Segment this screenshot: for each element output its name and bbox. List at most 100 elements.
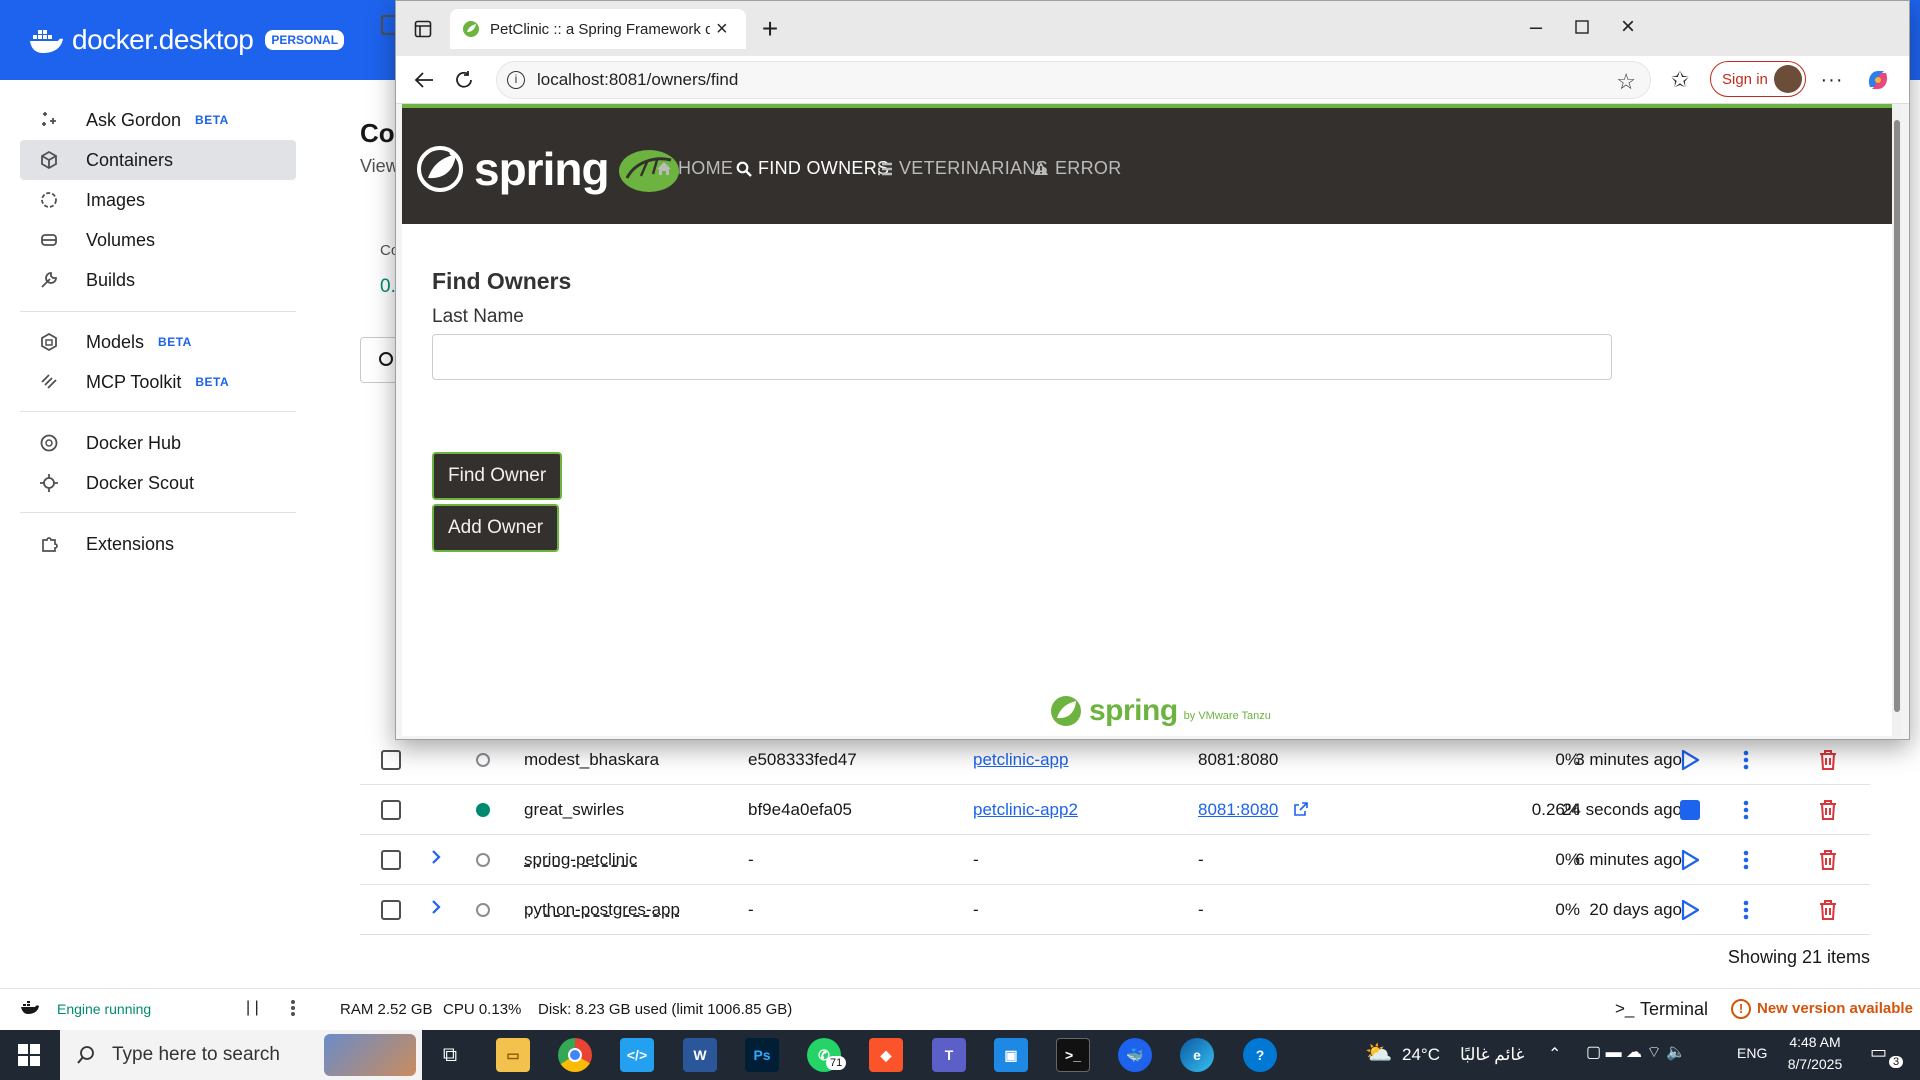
more-options-icon[interactable] [1732, 846, 1760, 874]
table-row[interactable]: great_swirles bf9e4a0efa05 petclinic-app… [360, 785, 1870, 835]
play-icon[interactable] [1676, 746, 1704, 774]
close-window-icon[interactable]: × [1612, 11, 1644, 43]
brave-icon[interactable]: ◆ [869, 1038, 903, 1072]
tab-actions-icon[interactable] [407, 13, 439, 45]
clock-date[interactable]: 8/7/2025 [1775, 1056, 1855, 1072]
nav-error[interactable]: ERROR [1033, 158, 1122, 179]
footer-wordmark: spring [1089, 694, 1178, 727]
trash-icon[interactable] [1814, 796, 1842, 824]
sidebar-item-containers[interactable]: Containers [20, 140, 296, 180]
add-owner-button[interactable]: Add Owner [432, 504, 560, 552]
favorite-star-icon[interactable]: ☆ [1616, 69, 1636, 95]
nav-find-owners[interactable]: FIND OWNERS [736, 158, 889, 179]
favorites-icon[interactable]: ✩ [1664, 64, 1696, 96]
weather-text[interactable]: غائم غالبًا [1460, 1045, 1524, 1065]
more-options-icon[interactable] [1732, 746, 1760, 774]
address-bar[interactable]: i localhost:8081/owners/find ☆ [496, 61, 1651, 99]
weather-temp[interactable]: 24°C [1402, 1045, 1440, 1065]
sidebar-item-docker-scout[interactable]: Docker Scout [20, 463, 296, 503]
more-options-icon[interactable] [1732, 896, 1760, 924]
compose-name[interactable]: python-postgres-app [524, 900, 680, 920]
container-search-input[interactable] [360, 337, 400, 383]
word-icon[interactable]: W [683, 1038, 717, 1072]
container-id: e508333fed47 [748, 750, 857, 769]
chrome-icon[interactable] [558, 1038, 592, 1072]
find-owner-button[interactable]: Find Owner [432, 452, 563, 500]
refresh-icon[interactable] [448, 64, 480, 96]
scrollbar-thumb[interactable] [1894, 120, 1900, 712]
photoshop-icon[interactable]: Ps [745, 1038, 779, 1072]
vscode-icon[interactable]: </> [620, 1038, 654, 1072]
sidebar-item-models[interactable]: Models BETA [20, 322, 296, 362]
spring-wordmark: spring [474, 143, 610, 195]
trash-icon[interactable] [1814, 846, 1842, 874]
external-link-icon[interactable] [1293, 801, 1309, 822]
taskbar-search[interactable]: Type here to search [60, 1030, 422, 1080]
chevron-up-icon[interactable]: ⌃ [1548, 1044, 1561, 1064]
status-running-icon [476, 803, 490, 817]
tray-icons[interactable]: ▢ ▬ ☁ ⌔ 🔈 [1586, 1042, 1686, 1062]
chevron-right-icon[interactable] [430, 848, 442, 871]
maximize-icon[interactable] [1566, 11, 1598, 43]
trash-icon[interactable] [1814, 746, 1842, 774]
update-link[interactable]: New version available [1757, 1000, 1913, 1017]
row-checkbox[interactable] [381, 900, 401, 920]
more-options-icon[interactable] [290, 999, 296, 1021]
nav-home[interactable]: HOME [656, 158, 733, 179]
app-icon[interactable]: ▣ [994, 1038, 1028, 1072]
nav-veterinarians[interactable]: VETERINARIANS [877, 158, 1048, 179]
row-checkbox[interactable] [381, 850, 401, 870]
image-link[interactable]: petclinic-app2 [973, 800, 1078, 820]
table-row[interactable]: spring-petclinic - - - 0% 6 minutes ago [360, 835, 1870, 885]
more-options-icon[interactable] [1732, 796, 1760, 824]
pause-engine-icon[interactable]: | | [246, 999, 259, 1017]
play-icon[interactable] [1676, 896, 1704, 924]
compose-name[interactable]: spring-petclinic [524, 850, 637, 870]
sign-in-button[interactable]: Sign in [1710, 61, 1806, 97]
container-name[interactable]: great_swirles [524, 800, 624, 820]
ports-link[interactable]: 8081:8080 [1198, 800, 1278, 820]
play-icon[interactable] [1676, 846, 1704, 874]
search-icon [77, 1046, 94, 1064]
file-explorer-icon[interactable]: ▭ [496, 1038, 530, 1072]
docker-icon[interactable]: 🐳 [1118, 1038, 1152, 1072]
table-row[interactable]: python-postgres-app - - - 0% 20 days ago [360, 885, 1870, 935]
last-name-input[interactable] [432, 334, 1612, 380]
stop-icon[interactable] [1676, 796, 1704, 824]
new-tab-icon[interactable]: + [754, 13, 786, 45]
copilot-icon[interactable] [1862, 64, 1894, 96]
trash-icon[interactable] [1814, 896, 1842, 924]
row-checkbox[interactable] [381, 800, 401, 820]
task-view-icon[interactable]: ⧉ [433, 1038, 467, 1072]
sidebar-item-builds[interactable]: Builds [20, 260, 296, 300]
image-link[interactable]: petclinic-app [973, 750, 1068, 770]
sidebar-item-extensions[interactable]: Extensions [20, 524, 296, 564]
page-scrollbar[interactable] [1892, 104, 1902, 736]
edge-icon[interactable]: e [1180, 1038, 1214, 1072]
help-icon[interactable]: ? [1243, 1038, 1277, 1072]
minimize-icon[interactable]: – [1520, 11, 1552, 43]
back-icon[interactable] [408, 64, 440, 96]
beta-badge: BETA [195, 375, 230, 389]
chevron-right-icon[interactable] [430, 898, 442, 921]
teams-icon[interactable]: T [932, 1038, 966, 1072]
sidebar-item-images[interactable]: Images [20, 180, 296, 220]
row-checkbox[interactable] [381, 750, 401, 770]
sidebar-item-docker-hub[interactable]: Docker Hub [20, 423, 296, 463]
sidebar-item-mcp-toolkit[interactable]: MCP Toolkit BETA [20, 362, 296, 402]
site-info-icon[interactable]: i [507, 71, 525, 89]
language-indicator[interactable]: ENG [1737, 1045, 1767, 1061]
sidebar-item-volumes[interactable]: Volumes [20, 220, 296, 260]
terminal-button[interactable]: Terminal [1640, 999, 1708, 1020]
petclinic-logo[interactable]: spring [416, 142, 681, 196]
more-menu-icon[interactable]: ··· [1816, 64, 1848, 96]
sidebar-item-ask-gordon[interactable]: Ask Gordon BETA [20, 100, 296, 140]
notifications-icon[interactable]: ▭ [1870, 1042, 1887, 1063]
clock-time[interactable]: 4:48 AM [1775, 1034, 1855, 1050]
close-tab-icon[interactable]: × [716, 18, 728, 41]
windows-start-icon[interactable] [18, 1044, 40, 1071]
container-name[interactable]: modest_bhaskara [524, 750, 659, 770]
table-row[interactable]: modest_bhaskara e508333fed47 petclinic-a… [360, 735, 1870, 785]
browser-tab[interactable]: PetClinic :: a Spring Framework de × [450, 9, 746, 49]
terminal-icon[interactable]: >_ [1056, 1038, 1090, 1072]
